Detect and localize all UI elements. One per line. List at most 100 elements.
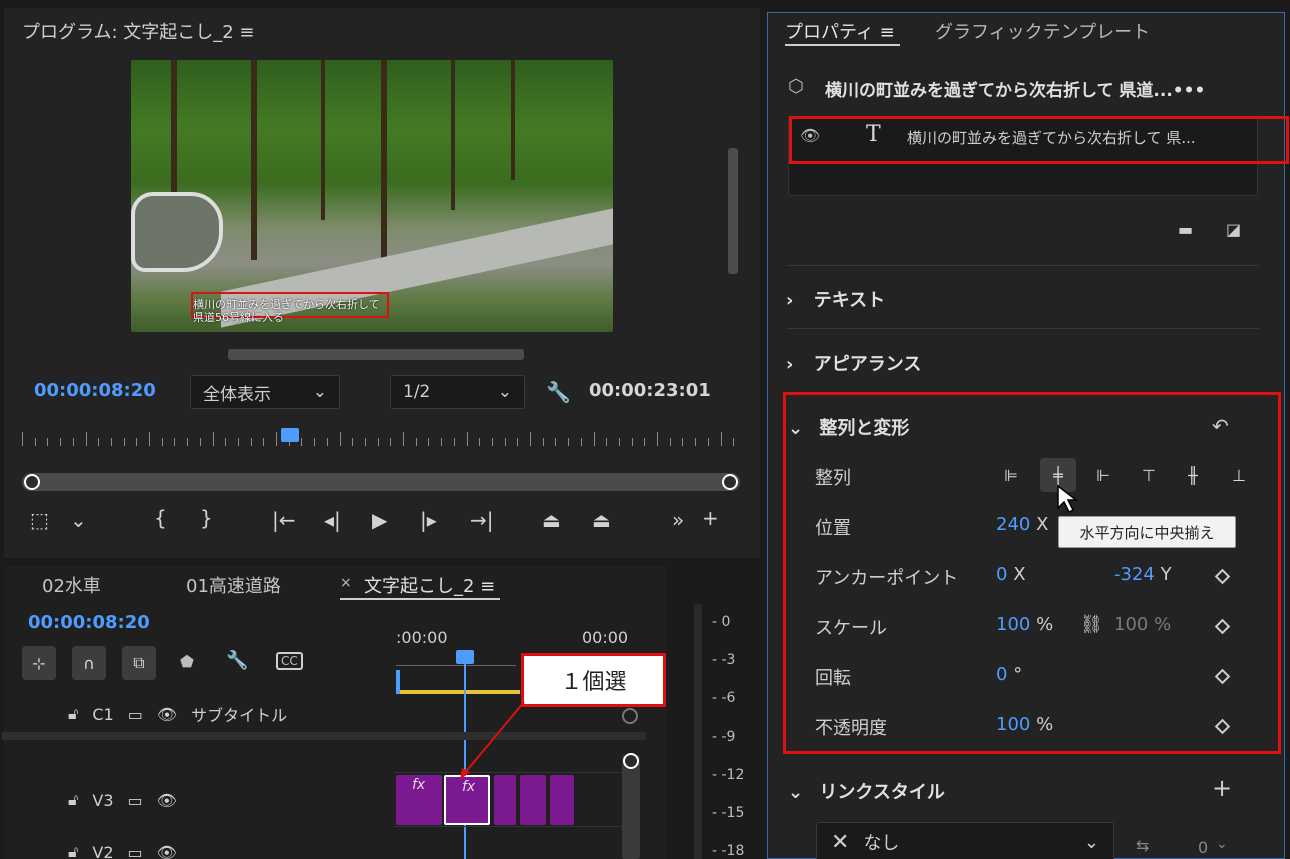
timeline-vertical-scrollbar[interactable] — [622, 753, 640, 859]
program-playhead[interactable] — [281, 428, 299, 442]
scale-value[interactable]: 100 — [996, 614, 1030, 635]
safe-margins-icon[interactable]: ⬚ — [30, 508, 49, 532]
go-to-in-button[interactable]: |← — [272, 508, 296, 532]
section-align-transform-label: 整列と変形 — [819, 418, 910, 439]
anchor-x-value[interactable]: 0 — [996, 564, 1007, 585]
rotation-field[interactable]: 0 ° — [996, 664, 1022, 685]
program-current-timecode[interactable]: 00:00:08:20 — [34, 380, 156, 401]
tab-properties[interactable]: プロパティ ≡ — [785, 18, 895, 44]
extract-icon[interactable]: ⏏ — [592, 508, 611, 532]
chevron-down-icon[interactable]: ⌄ — [70, 508, 87, 532]
reset-icon[interactable]: ↶ — [1212, 414, 1229, 438]
new-layer-icon[interactable]: ◪ — [1226, 220, 1241, 239]
step-back-button[interactable]: ◂| — [324, 508, 341, 532]
tab-graphic-templates[interactable]: グラフィックテンプレート — [935, 18, 1150, 44]
eye-icon[interactable]: 👁︎ — [157, 791, 177, 810]
anchor-y-field[interactable]: -324 Y — [1114, 564, 1172, 585]
meter-label: - 0 — [712, 614, 731, 630]
rotation-value[interactable]: 0 — [996, 664, 1007, 685]
snap-magnet-icon[interactable]: ∩ — [72, 646, 106, 680]
section-text-header[interactable]: › テキスト — [786, 286, 885, 312]
anchor-y-value[interactable]: -324 — [1114, 564, 1155, 585]
text-layer-name[interactable]: 横川の町並みを過ぎてから次右折して 県... — [907, 127, 1196, 148]
zoom-level-select[interactable]: 全体表示 ⌄ — [190, 375, 340, 409]
side-mirror — [131, 192, 223, 272]
tab-02-suisha[interactable]: 02水車 — [42, 572, 101, 598]
none-x-icon: ✕ — [831, 829, 850, 855]
more-controls-icon[interactable]: » — [672, 508, 684, 532]
scroll-handle[interactable] — [623, 753, 639, 769]
align-bottom-icon[interactable]: ⊥ — [1226, 462, 1252, 488]
sync-lock-icon[interactable]: ▭ — [128, 843, 143, 859]
scale-field[interactable]: 100 % — [996, 614, 1053, 635]
section-appearance-header[interactable]: › アピアランス — [786, 350, 921, 376]
zoom-level-value: 全体表示 — [203, 384, 271, 405]
graphic-title[interactable]: 横川の町並みを過ぎてから次右折して 県道...••• — [825, 76, 1205, 101]
work-area-bar[interactable] — [396, 690, 520, 694]
tab-mojiokoshi-2[interactable]: 文字起こし_2 ≡ — [364, 572, 495, 598]
resolution-select[interactable]: 1/2 ⌄ — [390, 375, 525, 409]
align-top-icon[interactable]: ⊤ — [1136, 462, 1162, 488]
opacity-field[interactable]: 100 % — [996, 714, 1053, 735]
folder-icon[interactable]: ▬ — [1178, 220, 1193, 239]
eye-icon[interactable]: 👁︎ — [800, 126, 820, 145]
program-zoom-scrollbar[interactable] — [22, 473, 740, 491]
ruler-tick — [707, 438, 709, 446]
marker-icon[interactable]: ⬟ — [180, 652, 194, 671]
align-right-icon[interactable]: ⊩ — [1090, 462, 1116, 488]
monitor-horizontal-scrollbar[interactable] — [228, 349, 524, 360]
wrench-icon[interactable]: 🔧 — [546, 380, 571, 404]
timeline-timecode[interactable]: 00:00:08:20 — [28, 612, 150, 633]
track-header-v3[interactable]: 🔓︎ V3 ▭ 👁︎ — [68, 790, 177, 810]
anchor-x-field[interactable]: 0 X — [996, 564, 1026, 585]
lock-icon[interactable]: 🔓︎ — [68, 790, 78, 810]
graphic-clip-selected[interactable]: fx — [444, 775, 490, 825]
track-divider[interactable] — [2, 732, 646, 740]
add-style-icon[interactable]: + — [1212, 774, 1232, 802]
mark-out-button[interactable]: } — [200, 506, 213, 530]
monitor-vertical-scrollbar[interactable] — [728, 148, 738, 274]
graphic-clip[interactable]: fx — [396, 775, 442, 825]
zoom-end-handle[interactable] — [722, 474, 738, 490]
section-divider — [787, 328, 1259, 329]
insert-nest-icon[interactable]: ⊹ — [22, 646, 56, 680]
program-monitor-title[interactable]: プログラム: 文字起こし_2 ≡ — [22, 18, 255, 44]
captions-icon[interactable]: CC — [276, 652, 303, 670]
sync-style-icon[interactable]: ⇆ — [1136, 836, 1149, 855]
lock-icon[interactable]: 🔓︎ — [68, 842, 78, 859]
lift-icon[interactable]: ⏏ — [542, 508, 561, 532]
scroll-handle-upper[interactable] — [622, 708, 638, 724]
graphic-clip[interactable] — [494, 775, 516, 825]
step-forward-button[interactable]: |▸ — [420, 508, 437, 532]
wrench-icon[interactable]: 🔧 — [226, 650, 248, 671]
link-style-select[interactable]: ✕ なし ⌄ — [816, 822, 1114, 859]
align-vertical-center-icon[interactable]: ╫ — [1180, 462, 1206, 488]
tooltip: 水平方向に中央揃え — [1058, 516, 1236, 548]
section-link-style-header[interactable]: ⌄ リンクスタイル — [788, 778, 945, 804]
zoom-start-handle[interactable] — [24, 474, 40, 490]
program-time-ruler[interactable] — [22, 432, 735, 446]
opacity-value[interactable]: 100 — [996, 714, 1030, 735]
chevron-down-icon[interactable]: ⌄ — [1216, 836, 1228, 852]
eye-icon[interactable]: 👁︎ — [157, 705, 177, 724]
add-button-icon[interactable]: + — [702, 506, 719, 530]
track-header-c1[interactable]: 🔓︎ C1 ▭ 👁︎ サブタイトル — [68, 702, 287, 726]
linked-selection-icon[interactable]: ⧉ — [122, 646, 156, 680]
link-chain-icon[interactable]: ⛓ — [1080, 614, 1103, 635]
section-align-transform-header[interactable]: ⌄ 整列と変形 — [788, 414, 909, 440]
tab-01-kousoku[interactable]: 01高速道路 — [186, 572, 281, 598]
position-x-field[interactable]: 240 X — [996, 514, 1048, 535]
graphic-clip[interactable] — [520, 775, 546, 825]
align-left-icon[interactable]: ⊫ — [998, 462, 1024, 488]
position-x-value[interactable]: 240 — [996, 514, 1030, 535]
sync-lock-icon[interactable]: ▭ — [128, 791, 143, 810]
lock-icon[interactable]: 🔓︎ — [68, 704, 78, 724]
track-header-v2[interactable]: 🔓︎ V2 ▭ 👁︎ — [68, 842, 177, 859]
sync-lock-icon[interactable]: ▭ — [128, 705, 143, 724]
go-to-out-button[interactable]: →| — [470, 508, 494, 532]
close-icon[interactable]: × — [340, 575, 352, 591]
play-button[interactable]: ▶ — [372, 508, 387, 532]
mark-in-button[interactable]: { — [154, 506, 167, 530]
eye-icon[interactable]: 👁︎ — [157, 843, 177, 859]
graphic-clip[interactable] — [550, 775, 574, 825]
